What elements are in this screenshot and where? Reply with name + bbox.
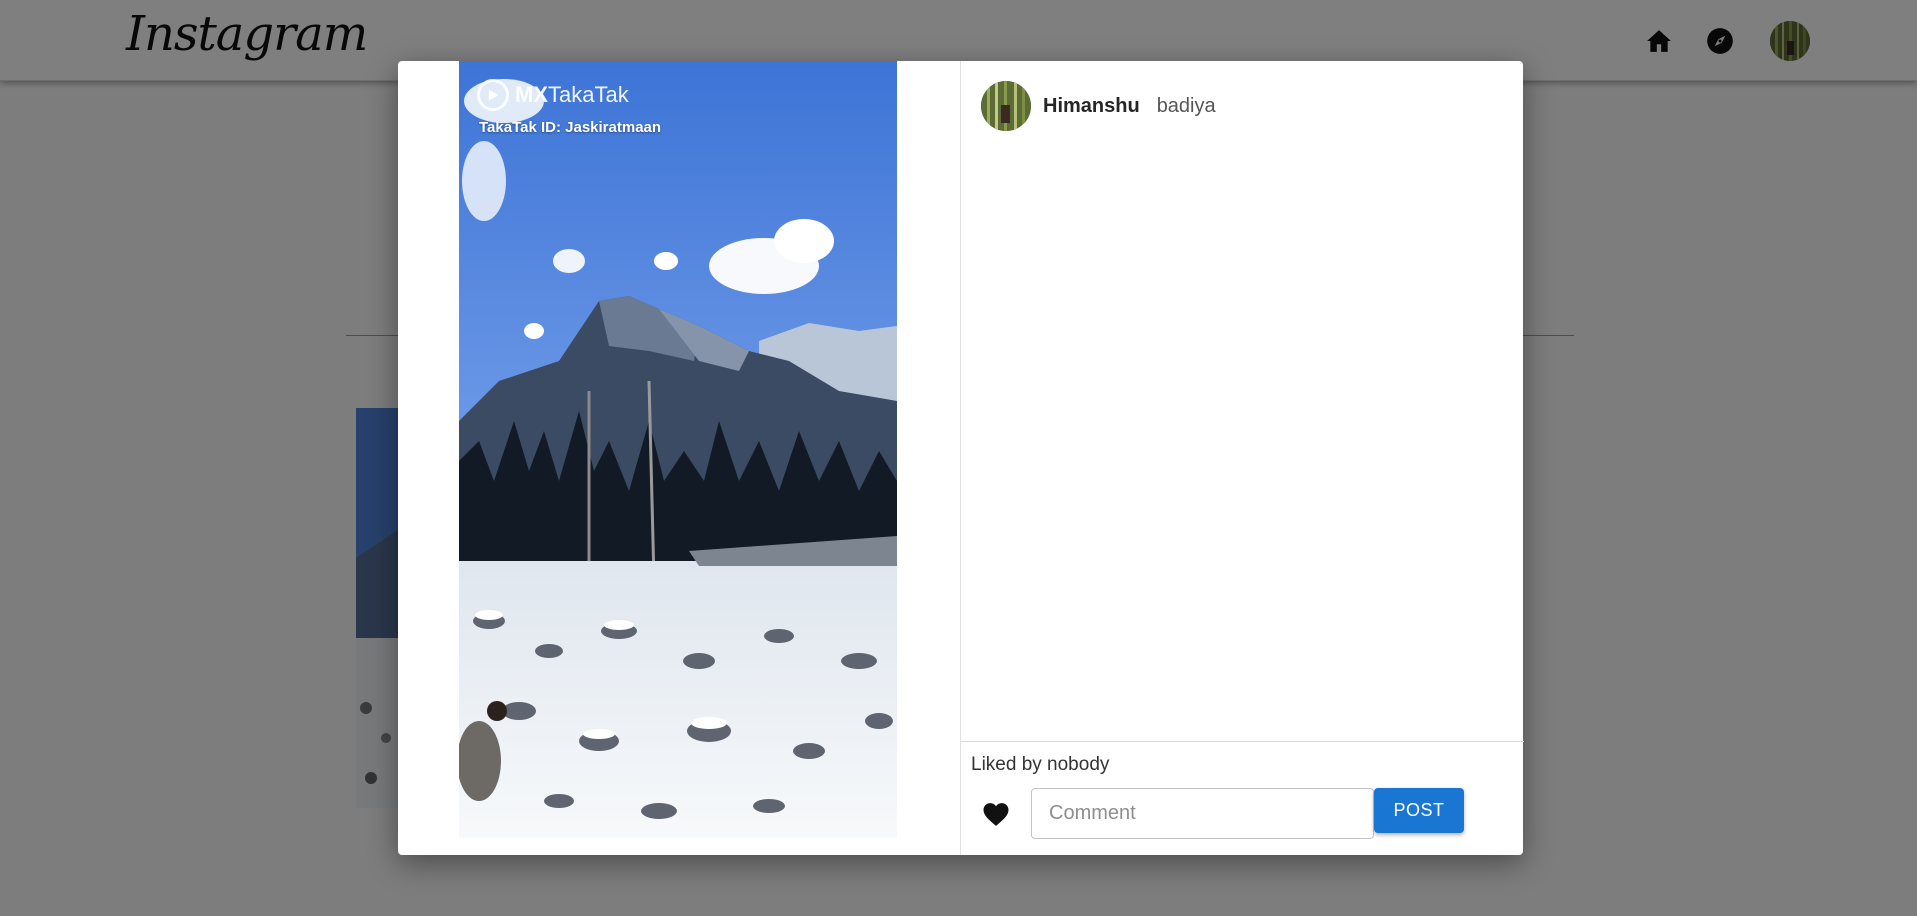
watermark-brand: MXTakaTak — [515, 82, 629, 107]
likes-summary: Liked by nobody — [971, 754, 1110, 775]
post-modal: MXTakaTak TakaTak ID: Jaskiratmaan Himan… — [398, 61, 1524, 855]
comment-item: Himanshu badiya — [981, 81, 1216, 131]
commenter-avatar[interactable] — [981, 81, 1031, 131]
comment-username[interactable]: Himanshu — [1043, 95, 1140, 118]
comment-input[interactable] — [1031, 788, 1374, 839]
comments-list: Himanshu badiya — [961, 61, 1524, 742]
play-circle-icon — [477, 79, 509, 111]
heart-icon[interactable] — [981, 800, 1011, 828]
watermark-logo: MXTakaTak — [477, 79, 629, 111]
post-sidebar: Himanshu badiya Liked by nobody POST — [960, 61, 1524, 855]
post-media[interactable]: MXTakaTak TakaTak ID: Jaskiratmaan — [459, 61, 897, 838]
comment-text: badiya — [1156, 94, 1216, 117]
post-comment-button[interactable]: POST — [1374, 788, 1464, 833]
comment-actions: POST — [961, 788, 1524, 842]
watermark-id: TakaTak ID: Jaskiratmaan — [479, 119, 662, 136]
instagram-app: Instagram — [0, 0, 1917, 916]
